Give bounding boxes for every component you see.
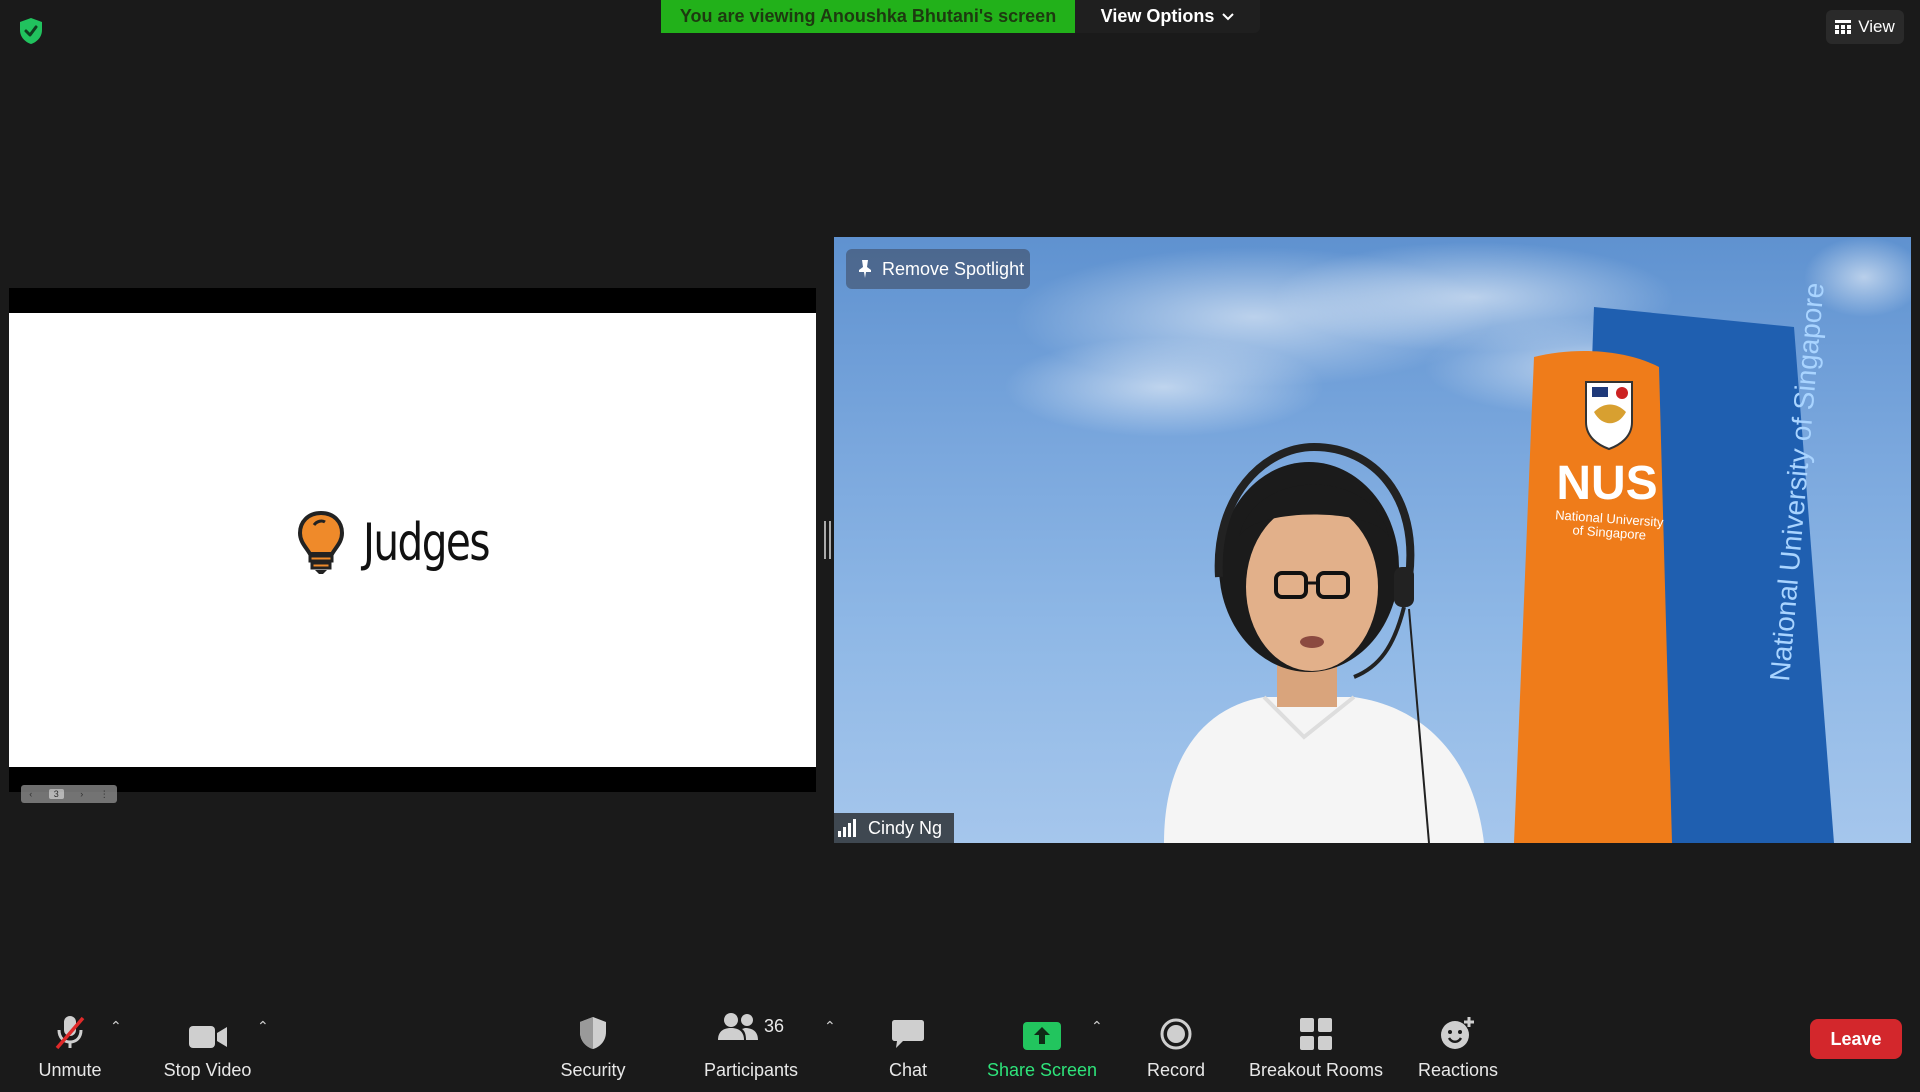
nus-sign-text: NUS <box>1556 457 1657 510</box>
remove-spotlight-button[interactable]: Remove Spotlight <box>846 249 1030 289</box>
record-icon <box>1160 1018 1192 1050</box>
unmute-button[interactable]: Unmute <box>30 1002 110 1092</box>
view-label: View <box>1858 17 1895 36</box>
viewing-banner-text: You are viewing Anoushka Bhutani's scree… <box>679 6 1057 26</box>
share-options-caret-icon[interactable]: ⌃ <box>1091 1018 1103 1035</box>
participant-name-tag: Cindy Ng <box>834 813 954 843</box>
more-icon[interactable]: ⋮ <box>100 789 109 800</box>
participants-icon <box>717 1013 758 1040</box>
muted-microphone-icon <box>55 1016 85 1050</box>
meeting-toolbar <box>0 990 1920 1080</box>
slide-title-group: Judges <box>297 510 524 576</box>
pin-icon <box>859 260 871 278</box>
view-options-label: View Options <box>1100 6 1215 26</box>
next-slide-icon[interactable]: › <box>80 789 83 799</box>
breakout-rooms-button[interactable]: Breakout Rooms <box>1245 1002 1387 1092</box>
audio-options-caret-icon[interactable]: ⌃ <box>110 1018 122 1035</box>
viewing-screen-banner: You are viewing Anoushka Bhutani's scree… <box>661 0 1075 33</box>
share-screen-button[interactable]: Share Screen <box>983 1002 1101 1092</box>
participants-label: Participants <box>703 1060 799 1080</box>
leave-label: Leave <box>1830 1028 1882 1049</box>
slide-navigation[interactable]: ‹ 3 › ⋮ <box>21 785 117 803</box>
lightbulb-icon <box>297 510 345 574</box>
unmute-label: Unmute <box>38 1060 102 1080</box>
participants-count: 36 <box>763 1015 785 1036</box>
slide-page-number: 3 <box>48 789 64 799</box>
chevron-down-icon <box>1222 12 1235 20</box>
reactions-smiley-icon <box>1441 1017 1474 1049</box>
record-button[interactable]: Record <box>1136 1002 1216 1092</box>
grid-view-icon <box>1835 20 1852 34</box>
presentation-slide: Judges ‹ 3 › ⋮ <box>9 313 816 803</box>
security-button[interactable]: Security <box>553 1002 633 1092</box>
encryption-shield-icon[interactable] <box>16 16 46 46</box>
security-shield-icon <box>580 1017 606 1049</box>
stop-video-button[interactable]: Stop Video <box>155 1002 260 1092</box>
security-label: Security <box>560 1060 626 1080</box>
video-feed: National University of Singapore NUS Nat… <box>1004 237 1911 843</box>
leave-meeting-button[interactable]: Leave <box>1810 1019 1902 1059</box>
breakout-rooms-icon <box>1300 1018 1332 1050</box>
video-camera-icon <box>188 1026 227 1048</box>
chat-label: Chat <box>888 1060 928 1080</box>
prev-slide-icon[interactable]: ‹ <box>29 789 32 799</box>
stop-video-label: Stop Video <box>163 1060 252 1080</box>
breakout-rooms-label: Breakout Rooms <box>1248 1060 1384 1080</box>
participants-button[interactable]: 36 Participants <box>695 1002 807 1092</box>
reactions-button[interactable]: Reactions <box>1412 1002 1504 1092</box>
participant-video-tile[interactable]: National University of Singapore NUS Nat… <box>834 237 1911 843</box>
view-options-button[interactable]: View Options <box>1075 0 1260 33</box>
signal-strength-icon <box>838 819 856 837</box>
shared-screen[interactable]: Judges ‹ 3 › ⋮ <box>9 288 816 803</box>
share-screen-label: Share Screen <box>986 1060 1098 1080</box>
participant-name: Cindy Ng <box>868 817 943 838</box>
participants-options-caret-icon[interactable]: ⌃ <box>824 1018 836 1035</box>
chat-bubble-icon <box>892 1020 924 1048</box>
share-screen-icon <box>1023 1022 1061 1050</box>
record-label: Record <box>1146 1060 1206 1080</box>
reactions-label: Reactions <box>1417 1060 1499 1080</box>
chat-button[interactable]: Chat <box>868 1002 948 1092</box>
view-button[interactable]: View <box>1826 10 1904 44</box>
split-view-divider-handle[interactable] <box>824 521 831 559</box>
remove-spotlight-label: Remove Spotlight <box>882 258 1025 279</box>
video-options-caret-icon[interactable]: ⌃ <box>257 1018 269 1035</box>
slide-title: Judges <box>363 513 490 573</box>
